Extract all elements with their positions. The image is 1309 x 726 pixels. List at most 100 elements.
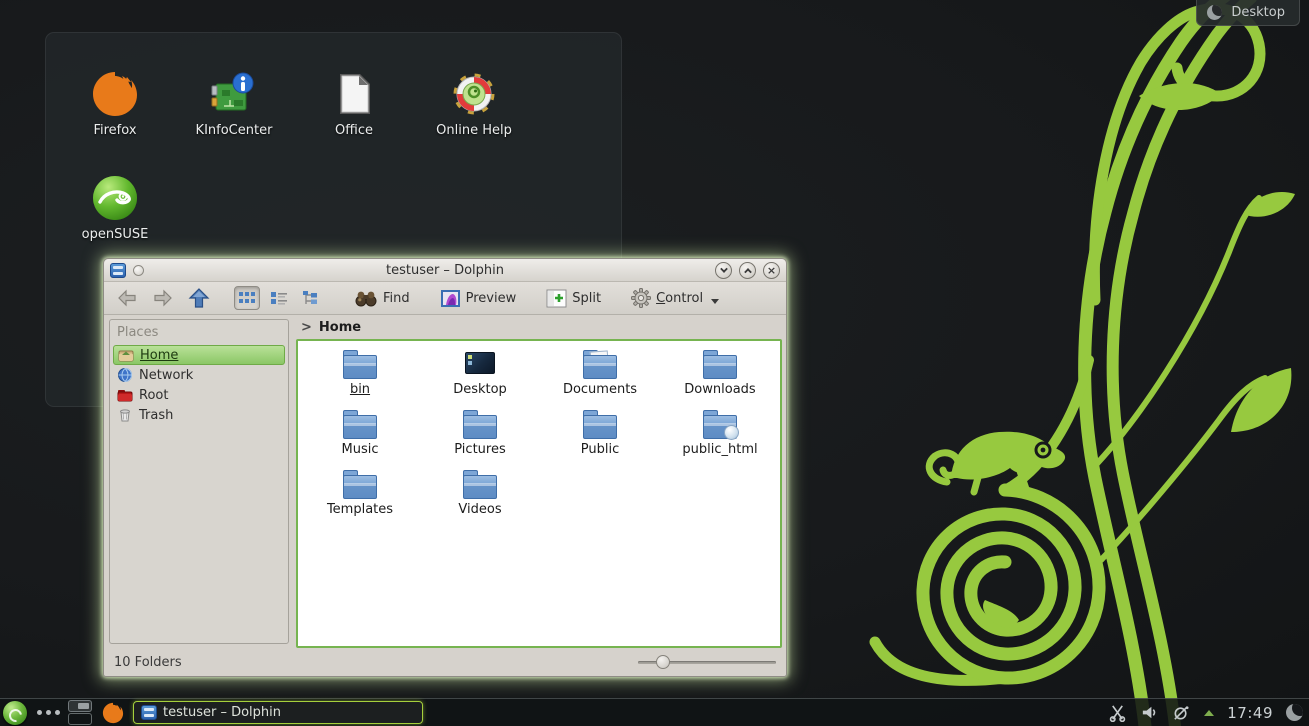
columns-view-button[interactable] xyxy=(298,286,324,310)
task-title: testuser – Dolphin xyxy=(163,705,281,720)
close-icon: × xyxy=(764,263,779,278)
maximize-button[interactable] xyxy=(739,262,756,279)
desktop-toolbox-label: Desktop xyxy=(1231,5,1285,20)
task-button-dolphin[interactable]: testuser – Dolphin xyxy=(133,701,423,724)
firefox-launcher-icon[interactable] xyxy=(102,702,124,724)
icons-view-icon xyxy=(238,290,256,306)
preview-label: Preview xyxy=(466,291,517,306)
forward-arrow-icon xyxy=(152,288,174,308)
desktop-toolbox-button[interactable]: Desktop xyxy=(1196,0,1300,26)
panel-toolbox-icon[interactable] xyxy=(1286,704,1303,721)
status-text: 10 Folders xyxy=(114,655,182,670)
place-root[interactable]: Root xyxy=(113,385,285,405)
place-home[interactable]: Home xyxy=(113,345,285,365)
folder-item-public-html[interactable]: public_html xyxy=(660,409,780,469)
dolphin-window: testuser – Dolphin × xyxy=(103,258,787,677)
folder-icon xyxy=(462,409,498,439)
menu-dots-icon[interactable] xyxy=(37,710,60,715)
location-breadcrumb[interactable]: > Home xyxy=(296,315,782,339)
minimize-button[interactable] xyxy=(715,262,732,279)
preview-button[interactable]: Preview xyxy=(436,287,521,310)
home-folder-icon xyxy=(118,347,134,363)
firefox-icon xyxy=(90,69,140,119)
split-icon xyxy=(546,289,567,308)
preview-icon xyxy=(440,289,461,308)
desktop-icon-opensuse[interactable]: openSUSE xyxy=(67,173,163,242)
folder-item-templates[interactable]: Templates xyxy=(300,469,420,529)
virtual-desktop-pager[interactable] xyxy=(68,700,92,725)
application-launcher-button[interactable] xyxy=(3,701,27,725)
place-label: Root xyxy=(139,388,168,403)
dolphin-toolbar: Find Preview Split xyxy=(104,282,786,315)
back-button[interactable] xyxy=(112,286,142,310)
control-label: Control xyxy=(656,291,703,306)
close-button[interactable]: × xyxy=(763,262,780,279)
find-label: Find xyxy=(383,291,410,306)
zoom-slider-handle[interactable] xyxy=(656,655,670,669)
find-button[interactable]: Find xyxy=(350,287,414,309)
zoom-slider[interactable] xyxy=(638,655,776,669)
place-network[interactable]: Network xyxy=(113,365,285,385)
breadcrumb-separator: > xyxy=(301,320,312,335)
place-label: Network xyxy=(139,368,193,383)
folder-item-desktop[interactable]: Desktop xyxy=(420,349,540,409)
trash-icon xyxy=(117,407,133,423)
columns-view-icon xyxy=(302,290,320,306)
html-folder-icon xyxy=(702,409,738,439)
desktop-icon-label: Online Help xyxy=(426,123,522,138)
dolphin-statusbar: 10 Folders xyxy=(104,648,786,676)
back-arrow-icon xyxy=(116,288,138,308)
root-folder-icon xyxy=(117,387,133,403)
folder-view-area[interactable]: bin Desktop Documents Downloads Music xyxy=(296,339,782,648)
maximize-icon xyxy=(744,268,752,276)
breadcrumb-current[interactable]: Home xyxy=(319,320,361,335)
folder-icon xyxy=(342,349,378,379)
folder-item-music[interactable]: Music xyxy=(300,409,420,469)
klipper-scissors-icon[interactable] xyxy=(1108,703,1127,722)
plasma-cashew-icon xyxy=(1207,5,1222,20)
window-title: testuser – Dolphin xyxy=(104,263,786,278)
folder-item-downloads[interactable]: Downloads xyxy=(660,349,780,409)
place-trash[interactable]: Trash xyxy=(113,405,285,425)
taskbar-panel: testuser – Dolphin 17:49 xyxy=(0,698,1309,726)
desktop-folder-icon xyxy=(462,349,498,379)
folder-icon xyxy=(342,409,378,439)
desktop-icon-kinfocenter[interactable]: KInfoCenter xyxy=(186,69,282,138)
gear-icon xyxy=(631,288,651,308)
desktop-icon-firefox[interactable]: Firefox xyxy=(67,69,163,138)
folder-icon xyxy=(462,469,498,499)
device-notifier-icon[interactable] xyxy=(1172,703,1191,722)
place-label: Home xyxy=(140,348,178,363)
desktop-icon-office[interactable]: Office xyxy=(306,69,402,138)
dolphin-window-icon[interactable] xyxy=(110,263,126,278)
folder-icon xyxy=(582,409,618,439)
split-label: Split xyxy=(572,291,601,306)
desktop-icon-online-help[interactable]: Online Help xyxy=(426,69,522,138)
details-view-button[interactable] xyxy=(266,286,292,310)
up-button[interactable] xyxy=(184,285,214,311)
desktop-icon-label: Firefox xyxy=(67,123,163,138)
control-button[interactable]: Control xyxy=(627,286,723,310)
folder-item-documents[interactable]: Documents xyxy=(540,349,660,409)
volume-icon[interactable] xyxy=(1140,703,1159,722)
icons-view-button[interactable] xyxy=(234,286,260,310)
folder-icon xyxy=(702,349,738,379)
digital-clock[interactable]: 17:49 xyxy=(1227,704,1273,722)
split-button[interactable]: Split xyxy=(542,287,605,310)
folder-item-videos[interactable]: Videos xyxy=(420,469,540,529)
desktop-icon-label: KInfoCenter xyxy=(186,123,282,138)
desktop-icon-label: Office xyxy=(306,123,402,138)
chevron-down-icon xyxy=(711,299,719,304)
documents-folder-icon xyxy=(582,349,618,379)
tray-expander-icon[interactable] xyxy=(1204,710,1214,716)
pager-desktop-1[interactable] xyxy=(68,700,92,712)
forward-button[interactable] xyxy=(148,286,178,310)
minimize-icon xyxy=(720,265,728,273)
pager-desktop-2[interactable] xyxy=(68,713,92,725)
folder-item-public[interactable]: Public xyxy=(540,409,660,469)
window-titlebar[interactable]: testuser – Dolphin × xyxy=(104,259,786,282)
folder-item-pictures[interactable]: Pictures xyxy=(420,409,540,469)
folder-item-bin[interactable]: bin xyxy=(300,349,420,409)
place-label: Trash xyxy=(139,408,173,423)
kinfocenter-icon xyxy=(209,69,259,119)
